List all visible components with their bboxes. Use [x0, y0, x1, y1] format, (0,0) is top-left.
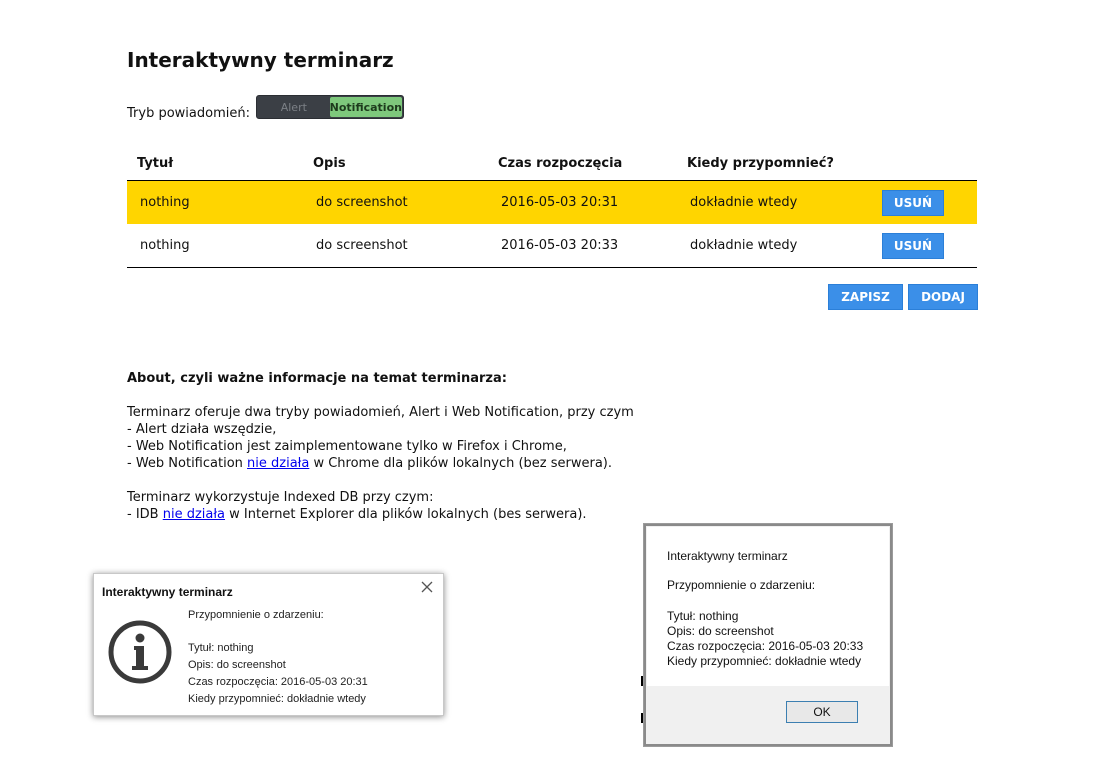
mode-toggle[interactable]: Alert Notification — [255, 95, 404, 119]
chrome-info-link[interactable]: nie działa — [247, 456, 309, 471]
notification-line: Tytuł: nothing — [188, 642, 254, 654]
about-paragraph: Terminarz oferuje dwa tryby powiadomień,… — [127, 405, 634, 420]
close-icon[interactable] — [421, 580, 433, 596]
mode-row: Tryb powiadomień: Alert Notification — [127, 95, 404, 121]
about-paragraph: Terminarz wykorzystuje Indexed DB przy c… — [127, 490, 434, 505]
table-row: nothing do screenshot 2016-05-03 20:33 d… — [127, 224, 977, 268]
alert-line: Przypomnienie o zdarzeniu: — [667, 578, 816, 592]
alert-body: Interaktywny terminarz Przypomnienie o z… — [647, 527, 889, 686]
header-title: Tytuł — [137, 156, 174, 171]
events-table: Tytuł Opis Czas rozpoczęcia Kiedy przypo… — [127, 147, 977, 268]
mode-option-alert[interactable]: Alert — [258, 97, 330, 117]
cell-title: nothing — [140, 195, 190, 210]
cell-start: 2016-05-03 20:33 — [501, 238, 619, 253]
mode-option-notification[interactable]: Notification — [329, 97, 402, 117]
cell-desc: do screenshot — [316, 238, 408, 253]
header-start: Czas rozpoczęcia — [498, 156, 623, 171]
web-notification[interactable]: Interaktywny terminarz Przypomnienie o z… — [93, 573, 444, 716]
info-icon — [107, 619, 173, 685]
alert-line: Czas rozpoczęcia: 2016-05-03 20:33 — [667, 639, 864, 653]
ie-info-link[interactable]: nie działa — [163, 507, 225, 522]
alert-dialog: Interaktywny terminarz Przypomnienie o z… — [643, 523, 893, 747]
cell-start: 2016-05-03 20:31 — [501, 195, 619, 210]
header-desc: Opis — [313, 156, 346, 171]
table-header: Tytuł Opis Czas rozpoczęcia Kiedy przypo… — [127, 147, 977, 181]
notification-line: Czas rozpoczęcia: 2016-05-03 20:31 — [188, 676, 368, 688]
table-row: nothing do screenshot 2016-05-03 20:31 d… — [127, 181, 977, 224]
save-button[interactable]: ZAPISZ — [828, 284, 903, 310]
notification-title: Interaktywny terminarz — [102, 585, 233, 599]
alert-title: Interaktywny terminarz — [667, 549, 788, 563]
ok-button[interactable]: OK — [786, 701, 858, 723]
alert-line: Tytuł: nothing — [667, 609, 739, 623]
cell-remind: dokładnie wtedy — [690, 238, 798, 253]
page-title: Interaktywny terminarz — [127, 48, 394, 72]
alert-line: Kiedy przypomnieć: dokładnie wtedy — [667, 654, 862, 668]
mode-label: Tryb powiadomień: — [127, 105, 250, 121]
add-button[interactable]: DODAJ — [908, 284, 978, 310]
header-remind: Kiedy przypomnieć? — [687, 156, 834, 171]
cell-remind: dokładnie wtedy — [690, 195, 798, 210]
about-bullet: - Web Notification nie działa w Chrome d… — [127, 456, 613, 471]
table-actions: ZAPISZ DODAJ — [828, 284, 978, 310]
delete-button[interactable]: USUŃ — [882, 189, 944, 216]
notification-line: Opis: do screenshot — [188, 659, 286, 671]
about-bullet: - Alert działa wszędzie, — [127, 422, 277, 437]
notification-line: Kiedy przypomnieć: dokładnie wtedy — [188, 693, 366, 705]
delete-button[interactable]: USUŃ — [882, 232, 944, 259]
cell-desc: do screenshot — [316, 195, 408, 210]
alert-line: Opis: do screenshot — [667, 624, 774, 638]
about-bullet: - Web Notification jest zaimplementowane… — [127, 439, 567, 454]
notification-line: Przypomnienie o zdarzeniu: — [188, 609, 324, 621]
about-bullet: - IDB nie działa w Internet Explorer dla… — [127, 507, 587, 522]
cell-title: nothing — [140, 238, 190, 253]
about-section: About, czyli ważne informacje na temat t… — [127, 370, 727, 523]
about-heading: About, czyli ważne informacje na temat t… — [127, 371, 507, 386]
